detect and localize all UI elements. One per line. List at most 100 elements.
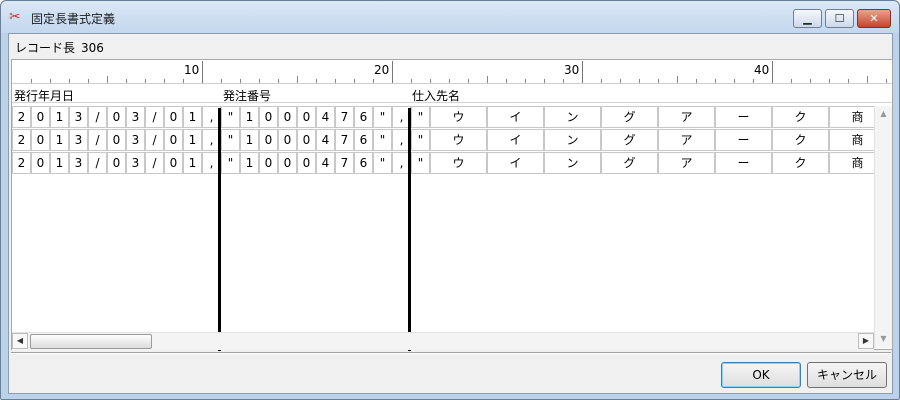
char-cell[interactable]: " [221,129,240,151]
char-cell[interactable]: 0 [259,106,278,128]
char-cell[interactable]: 7 [335,152,354,174]
scroll-up-icon[interactable]: ▲ [875,106,892,122]
char-cell[interactable]: イ [487,152,544,174]
char-cell[interactable]: 1 [183,152,202,174]
char-cell[interactable]: 2 [12,129,31,151]
scroll-down-icon[interactable]: ▼ [875,331,892,347]
char-cell[interactable]: " [221,152,240,174]
field-divider-2[interactable] [408,108,411,351]
char-cell[interactable]: 0 [107,129,126,151]
char-cell[interactable]: ン [544,152,601,174]
horizontal-scroll-thumb[interactable] [30,334,152,349]
close-button[interactable]: ✕ [857,9,891,28]
cancel-button[interactable]: キャンセル [807,362,887,388]
char-cell[interactable]: 1 [50,129,69,151]
char-cell[interactable]: ア [658,129,715,151]
char-cell[interactable]: " [411,129,430,151]
maximize-button[interactable]: ☐ [825,9,854,28]
char-cell[interactable]: 1 [240,129,259,151]
char-cell[interactable]: 1 [183,106,202,128]
char-cell[interactable]: イ [487,106,544,128]
char-cell[interactable]: 0 [31,152,50,174]
char-cell[interactable]: 1 [240,152,259,174]
char-cell[interactable]: 3 [126,129,145,151]
char-cell[interactable]: 1 [50,106,69,128]
char-cell[interactable]: 7 [335,106,354,128]
char-cell[interactable]: 0 [297,106,316,128]
ok-button[interactable]: OK [721,362,801,388]
char-cell[interactable]: 2 [12,152,31,174]
char-cell[interactable]: イ [487,129,544,151]
char-cell[interactable]: " [411,106,430,128]
char-cell[interactable]: グ [601,129,658,151]
char-cell[interactable]: 0 [107,106,126,128]
char-cell[interactable]: ー [715,129,772,151]
char-cell[interactable]: 0 [164,106,183,128]
char-cell[interactable]: ク [772,152,829,174]
horizontal-scrollbar[interactable]: ◀ ▶ [12,332,874,350]
char-cell[interactable]: / [145,129,164,151]
char-cell[interactable]: 0 [297,152,316,174]
char-cell[interactable]: 0 [107,152,126,174]
char-cell[interactable]: / [88,106,107,128]
char-cell[interactable]: ア [658,106,715,128]
char-cell[interactable]: " [411,152,430,174]
char-cell[interactable]: " [373,129,392,151]
char-cell[interactable]: ン [544,106,601,128]
char-cell[interactable]: 0 [259,152,278,174]
char-cell[interactable]: ウ [430,129,487,151]
char-cell[interactable]: " [373,152,392,174]
char-cell[interactable]: 6 [354,129,373,151]
char-cell[interactable]: 4 [316,152,335,174]
char-cell[interactable]: 6 [354,106,373,128]
minimize-button[interactable]: ▁ [793,9,822,28]
char-cell[interactable]: 4 [316,129,335,151]
char-cell[interactable]: 4 [316,106,335,128]
char-cell[interactable]: ク [772,129,829,151]
field-name-order-number[interactable]: 発注番号 [223,87,271,104]
char-cell[interactable]: 0 [278,129,297,151]
char-cell[interactable]: 3 [126,152,145,174]
char-cell[interactable]: 0 [297,129,316,151]
char-cell[interactable]: 0 [31,106,50,128]
char-cell[interactable]: 3 [126,106,145,128]
char-cell[interactable]: 0 [278,152,297,174]
char-cell[interactable]: 1 [183,129,202,151]
char-cell[interactable]: / [145,152,164,174]
char-cell[interactable]: グ [601,106,658,128]
char-cell[interactable]: ン [544,129,601,151]
char-cell[interactable]: 0 [31,129,50,151]
char-cell[interactable]: グ [601,152,658,174]
ruler-tick [829,79,830,83]
char-cell[interactable]: 3 [69,152,88,174]
char-cell[interactable]: / [145,106,164,128]
scroll-right-icon[interactable]: ▶ [858,333,874,349]
title-bar[interactable]: ✂ 固定長書式定義 ▁ ☐ ✕ [1,1,899,33]
char-cell[interactable]: 0 [164,129,183,151]
field-name-supplier-name[interactable]: 仕入先名 [412,87,460,104]
char-cell[interactable]: 2 [12,106,31,128]
char-cell[interactable]: 3 [69,129,88,151]
scroll-left-icon[interactable]: ◀ [12,333,28,349]
char-cell[interactable]: 1 [50,152,69,174]
field-divider-1[interactable] [218,108,221,351]
char-cell[interactable]: 1 [240,106,259,128]
char-cell[interactable]: ウ [430,106,487,128]
char-cell[interactable]: " [221,106,240,128]
char-cell[interactable]: " [373,106,392,128]
char-cell[interactable]: 0 [259,129,278,151]
char-cell[interactable]: ク [772,106,829,128]
char-cell[interactable]: ウ [430,152,487,174]
char-cell[interactable]: / [88,129,107,151]
vertical-scrollbar[interactable]: ▲ ▼ [874,106,892,348]
char-cell[interactable]: ー [715,106,772,128]
char-cell[interactable]: ー [715,152,772,174]
char-cell[interactable]: 6 [354,152,373,174]
char-cell[interactable]: 7 [335,129,354,151]
char-cell[interactable]: 0 [164,152,183,174]
char-cell[interactable]: / [88,152,107,174]
char-cell[interactable]: 0 [278,106,297,128]
char-cell[interactable]: 3 [69,106,88,128]
field-name-issue-date[interactable]: 発行年月日 [14,87,74,104]
char-cell[interactable]: ア [658,152,715,174]
